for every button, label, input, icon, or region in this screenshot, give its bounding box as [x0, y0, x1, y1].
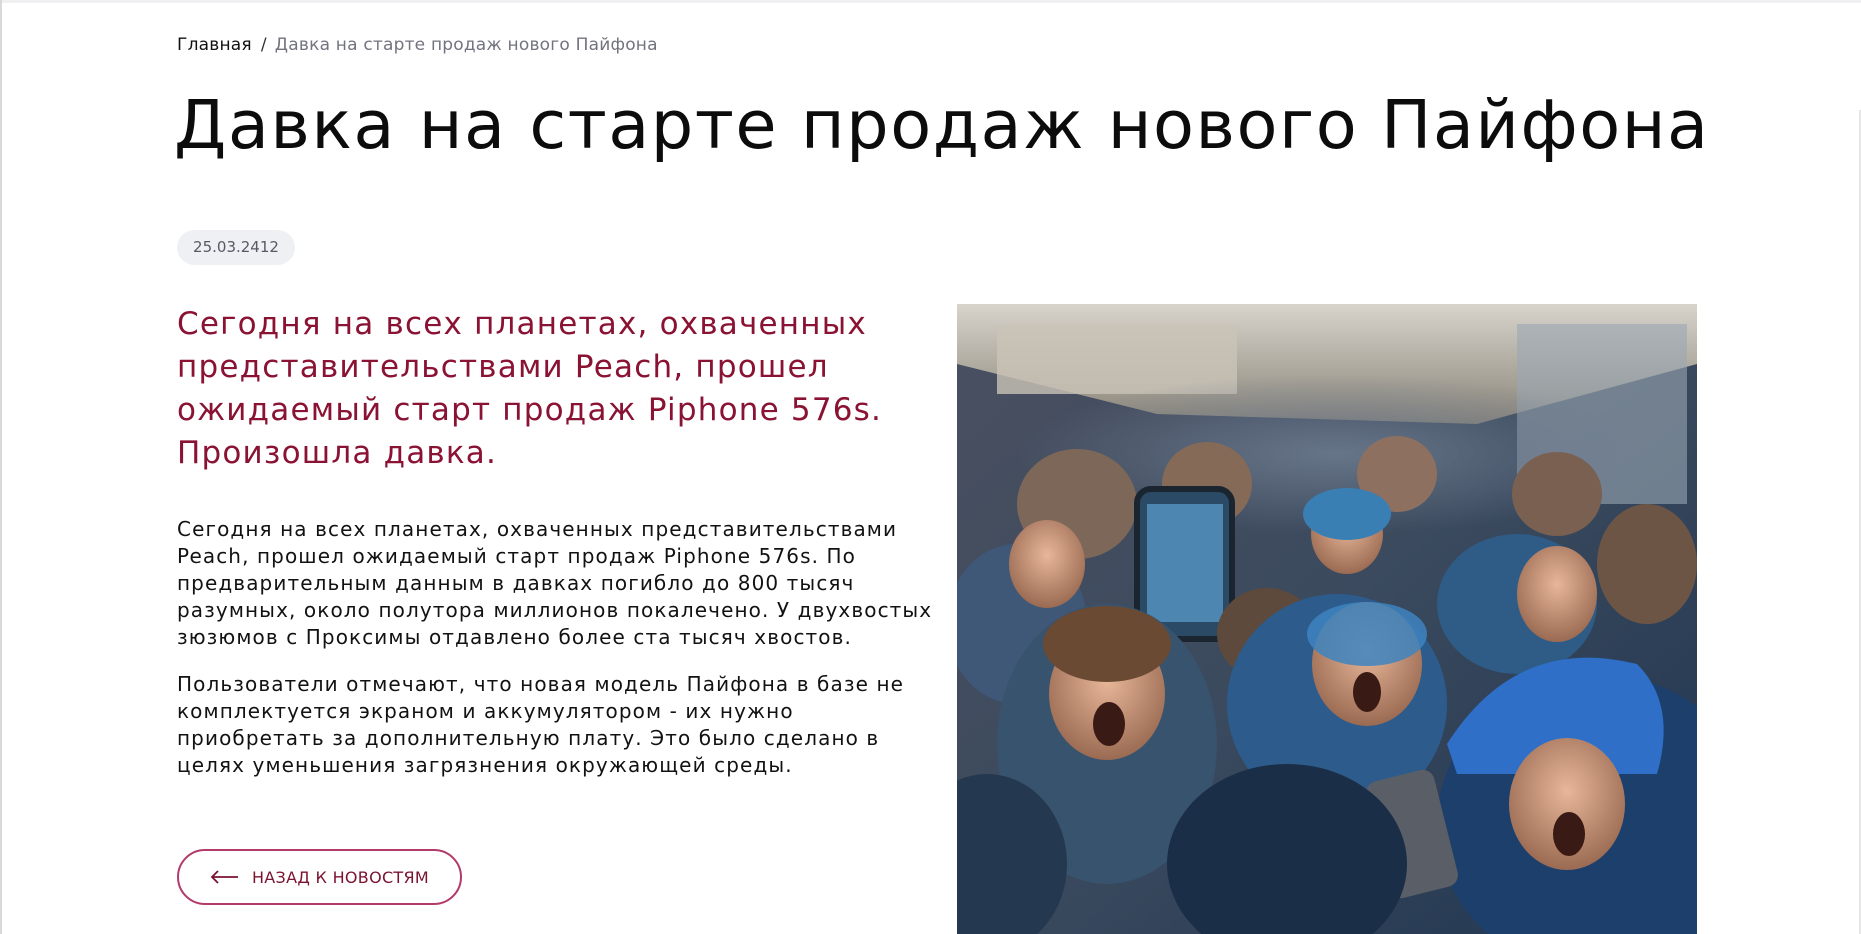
article-lead: Сегодня на всех планетах, охваченных пре…	[177, 306, 883, 471]
article-image	[957, 304, 1697, 934]
page-title: Давка на старте продаж нового Пайфона	[174, 86, 1710, 164]
breadcrumb-current: Давка на старте продаж нового Пайфона	[274, 35, 658, 55]
breadcrumb-home-link[interactable]: Главная	[177, 35, 252, 55]
top-border	[0, 0, 1861, 3]
breadcrumb-separator: /	[260, 35, 267, 55]
back-to-news-label: НАЗАД К НОВОСТЯМ	[251, 867, 430, 887]
article-body: Сегодня на всех планетах, охваченных пре…	[177, 516, 937, 799]
back-to-news-button[interactable]: НАЗАД К НОВОСТЯМ	[177, 849, 462, 905]
breadcrumb: Главная / Давка на старте продаж нового Па…	[177, 35, 658, 55]
crowd-photo	[957, 304, 1697, 934]
arrow-left-icon	[210, 870, 240, 884]
article-paragraph: Сегодня на всех планетах, охваченных пре…	[177, 517, 933, 649]
date-badge: 25.03.2412	[177, 230, 295, 265]
article-paragraph: Пользователи отмечают, что новая модель …	[177, 672, 905, 777]
left-border	[0, 0, 2, 934]
